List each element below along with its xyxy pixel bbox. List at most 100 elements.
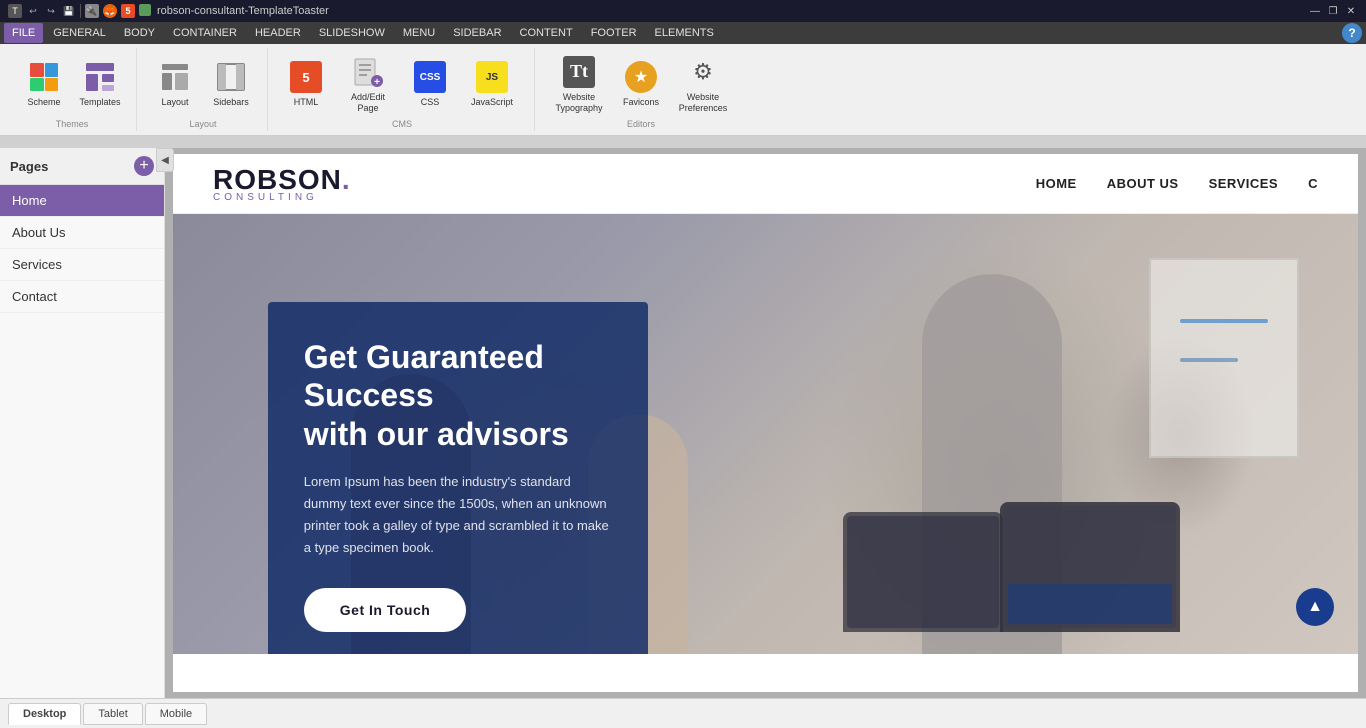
menu-footer[interactable]: FOOTER <box>583 23 645 43</box>
laptop-1 <box>1000 502 1180 632</box>
javascript-label: JavaScript <box>471 97 513 108</box>
sidebars-label: Sidebars <box>213 97 249 108</box>
layout-btn[interactable]: Layout <box>149 51 201 119</box>
desktop-tab[interactable]: Desktop <box>8 703 81 725</box>
bottom-bar: Desktop Tablet Mobile <box>0 698 1366 728</box>
css-label: CSS <box>421 97 440 108</box>
hero-desc: Lorem Ipsum has been the industry's stan… <box>304 471 612 559</box>
javascript-icon: JS <box>476 61 508 93</box>
save-icon[interactable]: 💾 <box>62 4 76 18</box>
mobile-tab[interactable]: Mobile <box>145 703 207 725</box>
scheme-icon <box>28 61 60 93</box>
page-item-services[interactable]: Services <box>0 249 164 281</box>
sidebars-icon <box>215 61 247 93</box>
page-item-contact[interactable]: Contact <box>0 281 164 313</box>
html-label: HTML <box>294 97 319 108</box>
site-nav: ROBSON. CONSULTING HOME ABOUT US SERVICE… <box>173 154 1358 214</box>
hero-overlay: Get Guaranteed Successwith our advisors … <box>268 302 648 654</box>
templates-btn[interactable]: Templates <box>74 51 126 119</box>
scheme-btn[interactable]: Scheme <box>18 51 70 119</box>
menu-content[interactable]: CONTENT <box>512 23 581 43</box>
menu-menu[interactable]: MENU <box>395 23 443 43</box>
menu-body[interactable]: BODY <box>116 23 163 43</box>
website-typography-label: WebsiteTypography <box>555 92 602 114</box>
menu-sidebar[interactable]: SIDEBAR <box>445 23 509 43</box>
menu-file[interactable]: FILE <box>4 23 43 43</box>
editors-buttons: Tt WebsiteTypography ★ Favicons ⚙ Websit… <box>547 50 735 119</box>
hero-section: Get Guaranteed Successwith our advisors … <box>173 214 1358 654</box>
sidebars-btn[interactable]: Sidebars <box>205 51 257 119</box>
website-preview: ROBSON. CONSULTING HOME ABOUT US SERVICE… <box>173 154 1358 692</box>
add-edit-icon: + <box>352 56 384 88</box>
website-typography-btn[interactable]: Tt WebsiteTypography <box>547 51 611 119</box>
pages-title: Pages <box>10 159 48 174</box>
favicons-icon: ★ <box>625 61 657 93</box>
cms-buttons: 5 HTML + Add/EditPage <box>280 50 524 119</box>
site-logo: ROBSON. CONSULTING <box>213 164 351 203</box>
pages-header: Pages + <box>0 148 164 185</box>
menu-elements[interactable]: ELEMENTS <box>647 23 722 43</box>
undo-icon[interactable]: ↩ <box>26 4 40 18</box>
tablet-tab[interactable]: Tablet <box>83 703 142 725</box>
layout-buttons: Layout Sidebars <box>149 50 257 119</box>
close-btn[interactable]: ✕ <box>1344 4 1358 18</box>
menu-container[interactable]: CONTAINER <box>165 23 245 43</box>
add-page-btn[interactable]: + <box>134 156 154 176</box>
logo-dot: . <box>342 164 351 195</box>
editors-group-label: Editors <box>627 119 655 129</box>
menu-general[interactable]: GENERAL <box>45 23 114 43</box>
canvas-area: ROBSON. CONSULTING HOME ABOUT US SERVICE… <box>165 148 1366 698</box>
toolbar: Scheme Templates Themes <box>0 44 1366 136</box>
javascript-btn[interactable]: JS JavaScript <box>460 51 524 119</box>
scroll-to-top-btn[interactable]: ▲ <box>1296 588 1334 626</box>
cms-group-label: CMS <box>392 119 412 129</box>
window-title: robson-consultant-TemplateToaster <box>157 5 329 17</box>
fox-icon[interactable]: 🦊 <box>103 4 117 18</box>
minimize-btn[interactable]: — <box>1308 4 1322 18</box>
templates-icon <box>84 61 116 93</box>
templates-label: Templates <box>79 97 120 108</box>
page-item-home[interactable]: Home <box>0 185 164 217</box>
nav-about-us[interactable]: ABOUT US <box>1107 176 1179 191</box>
whiteboard <box>1149 258 1299 458</box>
help-btn[interactable]: ? <box>1342 23 1362 43</box>
title-bar-left: T ↩ ↪ 💾 🔌 🦊 5 robson-consultant-Template… <box>8 4 329 18</box>
website-preferences-btn[interactable]: ⚙ WebsitePreferences <box>671 51 735 119</box>
website-preferences-label: WebsitePreferences <box>679 92 728 114</box>
pages-panel: Pages + Home About Us Services Contact <box>0 148 165 698</box>
toolbar-group-themes: Scheme Templates Themes <box>8 48 137 131</box>
add-edit-page-btn[interactable]: + Add/EditPage <box>336 51 400 119</box>
redo-icon[interactable]: ↪ <box>44 4 58 18</box>
layout-icon <box>159 61 191 93</box>
hero-title: Get Guaranteed Successwith our advisors <box>304 338 612 453</box>
toolbar-group-layout: Layout Sidebars Layout <box>139 48 268 131</box>
nav-services[interactable]: SERVICES <box>1209 176 1279 191</box>
page-item-about-us[interactable]: About Us <box>0 217 164 249</box>
menu-slideshow[interactable]: SLIDESHOW <box>311 23 393 43</box>
svg-text:+: + <box>374 77 380 87</box>
tt-icon[interactable]: T <box>8 4 22 18</box>
website-preferences-icon: ⚙ <box>687 56 719 88</box>
website-typography-icon: Tt <box>563 56 595 88</box>
toolbar-group-cms: 5 HTML + Add/EditPage <box>270 48 535 131</box>
menu-header[interactable]: HEADER <box>247 23 309 43</box>
html-btn[interactable]: 5 HTML <box>280 51 332 119</box>
nav-links: HOME ABOUT US SERVICES C <box>1036 176 1318 191</box>
collapse-sidebar-btn[interactable]: ◀ <box>156 148 174 172</box>
favicons-btn[interactable]: ★ Favicons <box>615 51 667 119</box>
separator <box>80 4 81 18</box>
toolbar-icons: T ↩ ↪ 💾 🔌 🦊 5 <box>8 4 151 18</box>
hero-cta-btn[interactable]: Get In Touch <box>304 588 467 632</box>
nav-more[interactable]: C <box>1308 176 1318 191</box>
css-btn[interactable]: CSS CSS <box>404 51 456 119</box>
maximize-btn[interactable]: ❐ <box>1326 4 1340 18</box>
green-icon[interactable] <box>139 4 151 16</box>
title-bar: T ↩ ↪ 💾 🔌 🦊 5 robson-consultant-Template… <box>0 0 1366 22</box>
plug-icon[interactable]: 🔌 <box>85 4 99 18</box>
window-controls: — ❐ ✕ <box>1308 4 1358 18</box>
toolbar-group-editors: Tt WebsiteTypography ★ Favicons ⚙ Websit… <box>537 48 745 131</box>
layout-group-label: Layout <box>189 119 216 129</box>
nav-home[interactable]: HOME <box>1036 176 1077 191</box>
html-icon: 5 <box>290 61 322 93</box>
h5-icon[interactable]: 5 <box>121 4 135 18</box>
